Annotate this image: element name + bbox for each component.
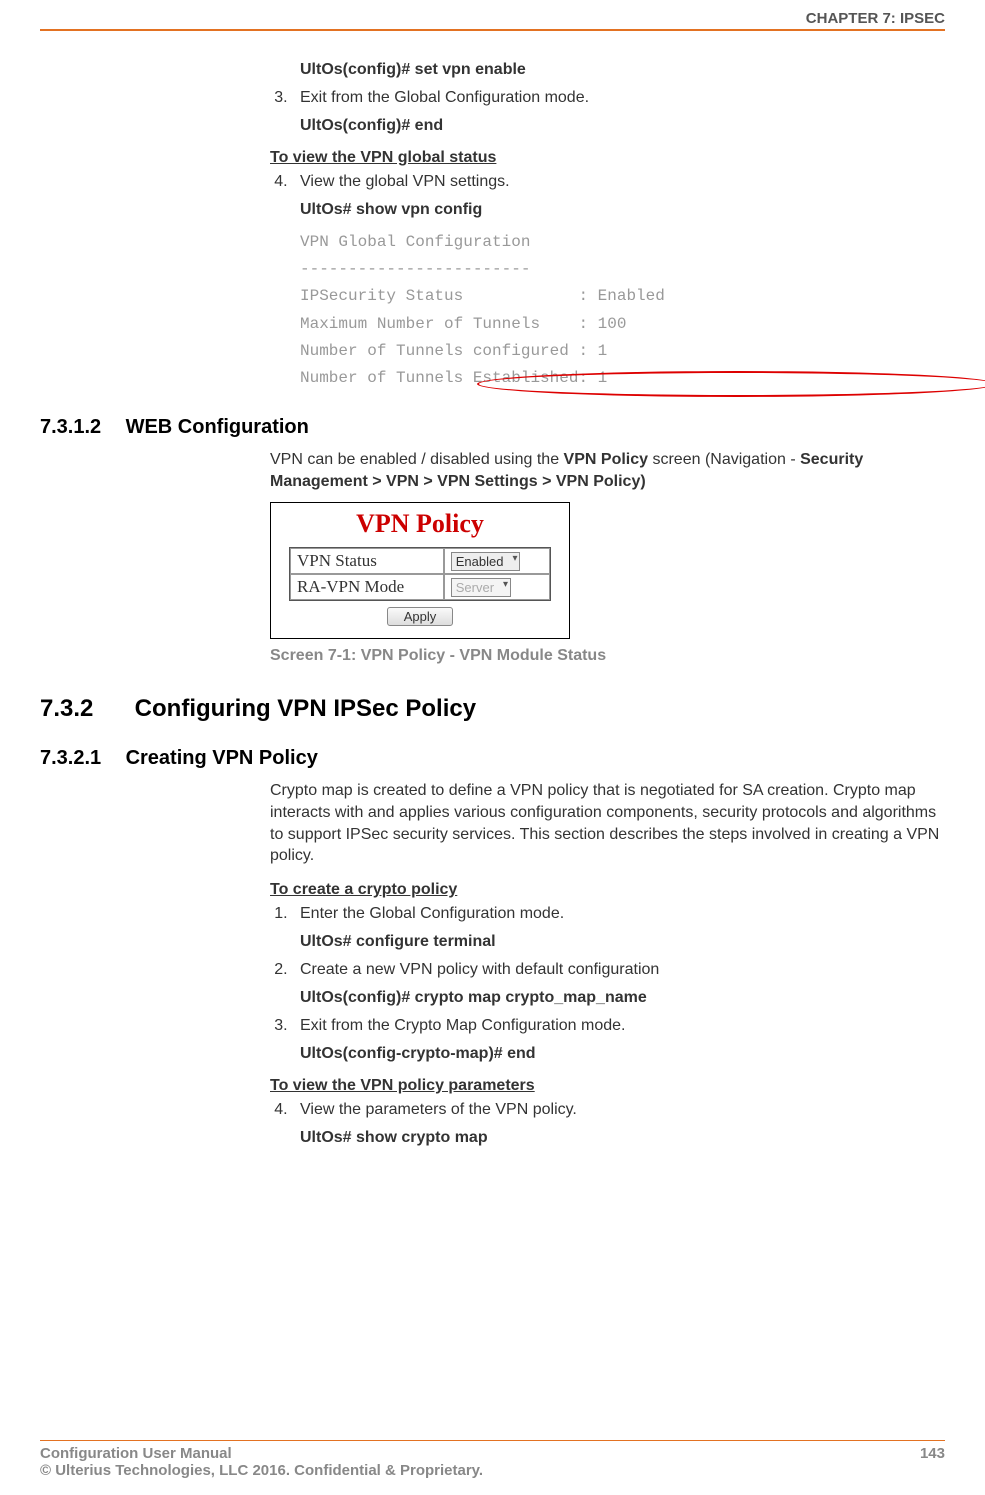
step-2-create-policy: Create a new VPN policy with default con… xyxy=(292,961,945,979)
chapter-header: CHAPTER 7: IPSEC xyxy=(40,10,945,27)
step-4-view-params: View the parameters of the VPN policy. xyxy=(292,1101,945,1119)
output-line-5: Number of Tunnels configured : 1 xyxy=(300,338,945,365)
cell-vpn-status-value: Enabled xyxy=(444,548,550,574)
page-number: 143 xyxy=(920,1445,945,1479)
step-3-exit-crypto: Exit from the Crypto Map Configuration m… xyxy=(292,1017,945,1035)
footer-copyright: © Ulterius Technologies, LLC 2016. Confi… xyxy=(40,1462,483,1479)
step-4-view: View the global VPN settings. xyxy=(292,173,945,191)
output-line-2: ------------------------ xyxy=(300,256,945,283)
cmd-crypto-map: UltOs(config)# crypto map crypto_map_nam… xyxy=(300,989,945,1007)
content-7-3-2-1: Crypto map is created to define a VPN po… xyxy=(270,780,945,1146)
cmd-show-crypto-map: UltOs# show crypto map xyxy=(300,1129,945,1147)
para-bold-1: VPN Policy xyxy=(564,451,648,468)
figure-vpn-policy: VPN Policy VPN Status Enabled RA-VPN Mod… xyxy=(270,502,570,639)
cmd-show-vpn-config: UltOs# show vpn config xyxy=(300,201,945,219)
footer-rule xyxy=(40,1440,945,1441)
subhead-view-vpn-policy: To view the VPN policy parameters xyxy=(270,1077,945,1095)
output-line-6: Number of Tunnels Established: 1 xyxy=(300,365,945,392)
page-footer: Configuration User Manual © Ulterius Tec… xyxy=(40,1440,945,1479)
cmd-set-vpn-enable: UltOs(config)# set vpn enable xyxy=(300,61,945,79)
output-line-4: Maximum Number of Tunnels : 100 xyxy=(300,311,945,338)
heading-text: Creating VPN Policy xyxy=(126,747,318,769)
figure-table: VPN Status Enabled RA-VPN Mode Server xyxy=(289,547,551,601)
header-rule xyxy=(40,29,945,31)
cmd-crypto-end: UltOs(config-crypto-map)# end xyxy=(300,1045,945,1063)
figure-title: VPN Policy xyxy=(279,509,561,539)
apply-button[interactable]: Apply xyxy=(387,607,453,626)
cmd-end: UltOs(config)# end xyxy=(300,117,945,135)
step-3-exit: Exit from the Global Configuration mode. xyxy=(292,89,945,107)
subhead-create-crypto: To create a crypto policy xyxy=(270,881,945,899)
heading-number: 7.3.2.1 xyxy=(40,747,120,770)
cell-ra-vpn-mode-value: Server xyxy=(444,574,550,600)
label-vpn-status: VPN Status xyxy=(290,548,444,574)
heading-text: WEB Configuration xyxy=(126,416,309,438)
dropdown-vpn-status[interactable]: Enabled xyxy=(451,552,521,571)
heading-7-3-1-2: 7.3.1.2 WEB Configuration xyxy=(40,416,945,439)
heading-number: 7.3.2 xyxy=(40,695,128,723)
cmd-configure-terminal: UltOs# configure terminal xyxy=(300,933,945,951)
heading-number: 7.3.1.2 xyxy=(40,416,120,439)
para-part-1: VPN can be enabled / disabled using the xyxy=(270,451,564,468)
output-line-1: VPN Global Configuration xyxy=(300,229,945,256)
para-vpn-enable: VPN can be enabled / disabled using the … xyxy=(270,449,945,492)
output-line-3: IPSecurity Status : Enabled xyxy=(300,283,945,310)
heading-7-3-2: 7.3.2 Configuring VPN IPSec Policy xyxy=(40,695,945,723)
para-part-2: screen (Navigation - xyxy=(648,451,800,468)
subhead-view-vpn-global: To view the VPN global status xyxy=(270,149,945,167)
content-7-3-1-2: VPN can be enabled / disabled using the … xyxy=(270,449,945,665)
heading-7-3-2-1: 7.3.2.1 Creating VPN Policy xyxy=(40,747,945,770)
footer-title: Configuration User Manual xyxy=(40,1445,483,1462)
label-ra-vpn-mode: RA-VPN Mode xyxy=(290,574,444,600)
figure-caption: Screen 7-1: VPN Policy - VPN Module Stat… xyxy=(270,647,945,665)
para-crypto-map: Crypto map is created to define a VPN po… xyxy=(270,780,945,866)
heading-text: Configuring VPN IPSec Policy xyxy=(135,695,476,722)
content-block-1: UltOs(config)# set vpn enable Exit from … xyxy=(270,61,945,392)
step-1-enter-global: Enter the Global Configuration mode. xyxy=(292,905,945,923)
dropdown-ra-vpn-mode[interactable]: Server xyxy=(451,578,511,597)
